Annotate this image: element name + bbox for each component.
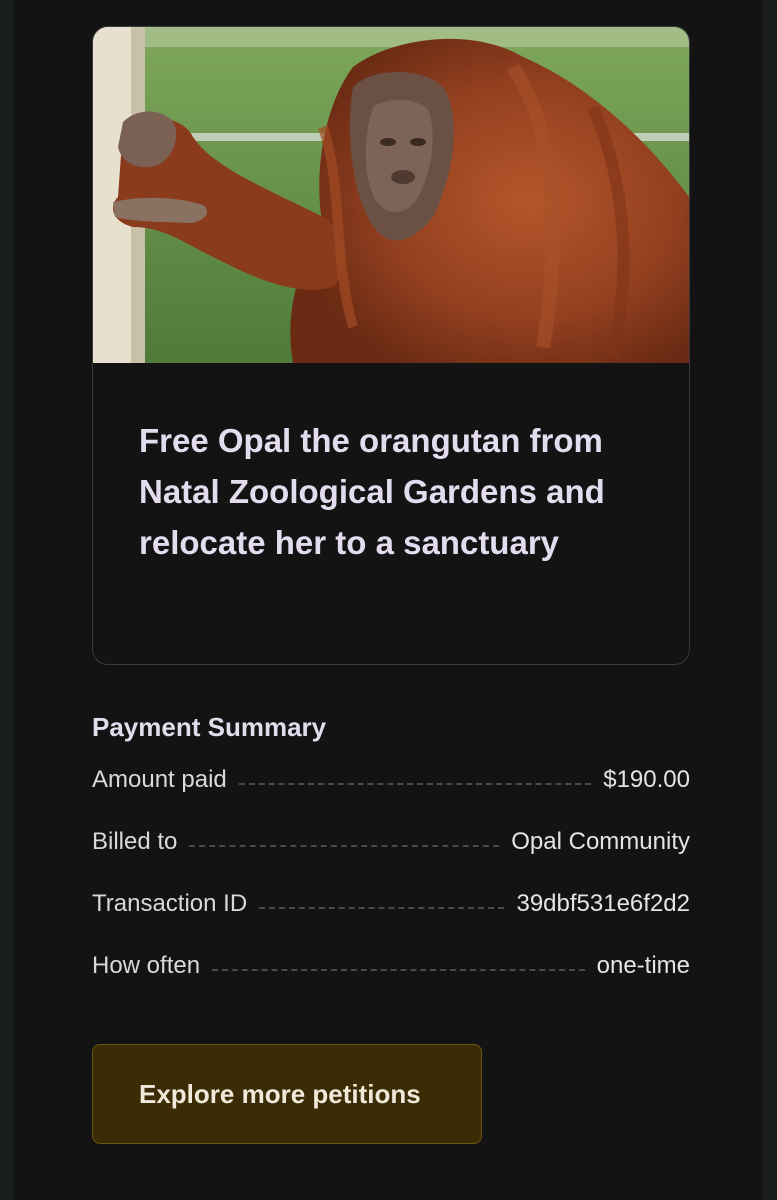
dotted-leader — [238, 783, 592, 785]
summary-row-amount: Amount paid $190.00 — [92, 766, 690, 828]
explore-petitions-button[interactable]: Explore more petitions — [92, 1044, 482, 1144]
summary-row-transaction-id: Transaction ID 39dbf531e6f2d2 — [92, 890, 690, 952]
payment-summary-list: Amount paid $190.00 Billed to Opal Commu… — [92, 766, 690, 1014]
petition-image — [93, 27, 689, 363]
summary-row-billed-to: Billed to Opal Community — [92, 828, 690, 890]
transaction-id-label: Transaction ID — [92, 890, 248, 917]
amount-paid-value: $190.00 — [603, 766, 690, 793]
billed-to-value: Opal Community — [511, 828, 690, 855]
petition-title: Free Opal the orangutan from Natal Zoolo… — [139, 422, 605, 561]
billed-to-label: Billed to — [92, 828, 178, 855]
transaction-id-value: 39dbf531e6f2d2 — [516, 890, 690, 917]
how-often-label: How often — [92, 952, 201, 979]
amount-paid-label: Amount paid — [92, 766, 227, 793]
payment-summary-heading: Payment Summary — [92, 712, 327, 742]
dotted-leader — [212, 969, 585, 971]
how-often-value: one-time — [596, 952, 690, 979]
dotted-leader — [259, 907, 505, 909]
petition-card[interactable]: Free Opal the orangutan from Natal Zoolo… — [92, 26, 690, 665]
page: Free Opal the orangutan from Natal Zoolo… — [14, 0, 763, 1200]
dotted-leader — [189, 845, 500, 847]
summary-row-frequency: How often one-time — [92, 952, 690, 1014]
